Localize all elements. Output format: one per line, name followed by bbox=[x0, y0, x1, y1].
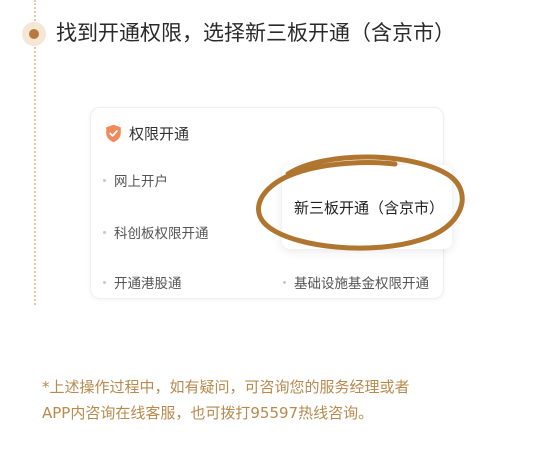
step-marker-dot bbox=[29, 29, 39, 39]
help-note-line-1: *上述操作过程中，如有疑问，可咨询您的服务经理或者 bbox=[42, 378, 410, 396]
card-title: 权限开通 bbox=[129, 125, 190, 143]
menu-item-label: 新三板开通（含京市） bbox=[294, 199, 445, 217]
menu-item-star-market[interactable]: 科创板权限开通 bbox=[103, 222, 209, 242]
step-title: 找到开通权限，选择新三板开通（含京市） bbox=[56, 21, 455, 45]
menu-item-online-account[interactable]: 网上开户 bbox=[103, 170, 168, 190]
menu-item-label: 基础设施基金权限开通 bbox=[294, 276, 429, 292]
step-marker bbox=[22, 22, 46, 46]
menu-item-new-third-board[interactable]: 新三板开通（含京市） bbox=[282, 165, 452, 249]
menu-item-hk-connect[interactable]: 开通港股通 bbox=[103, 272, 182, 292]
bullet bbox=[283, 280, 286, 284]
menu-item-label: 科创板权限开通 bbox=[114, 226, 209, 242]
menu-item-infrastructure-fund[interactable]: 基础设施基金权限开通 bbox=[283, 272, 429, 292]
menu-item-label: 网上开户 bbox=[114, 174, 168, 190]
bullet bbox=[103, 230, 106, 234]
shield-icon bbox=[106, 124, 121, 143]
bullet bbox=[103, 280, 106, 284]
menu-item-label: 开通港股通 bbox=[114, 276, 182, 292]
bullet bbox=[103, 178, 106, 182]
card-header: 权限开通 bbox=[105, 123, 189, 144]
help-note-line-2: APP内咨询在线客服，也可拨打95597热线咨询。 bbox=[42, 404, 374, 422]
help-note: *上述操作过程中，如有疑问，可咨询您的服务经理或者 APP内咨询在线客服，也可拨… bbox=[42, 374, 512, 426]
